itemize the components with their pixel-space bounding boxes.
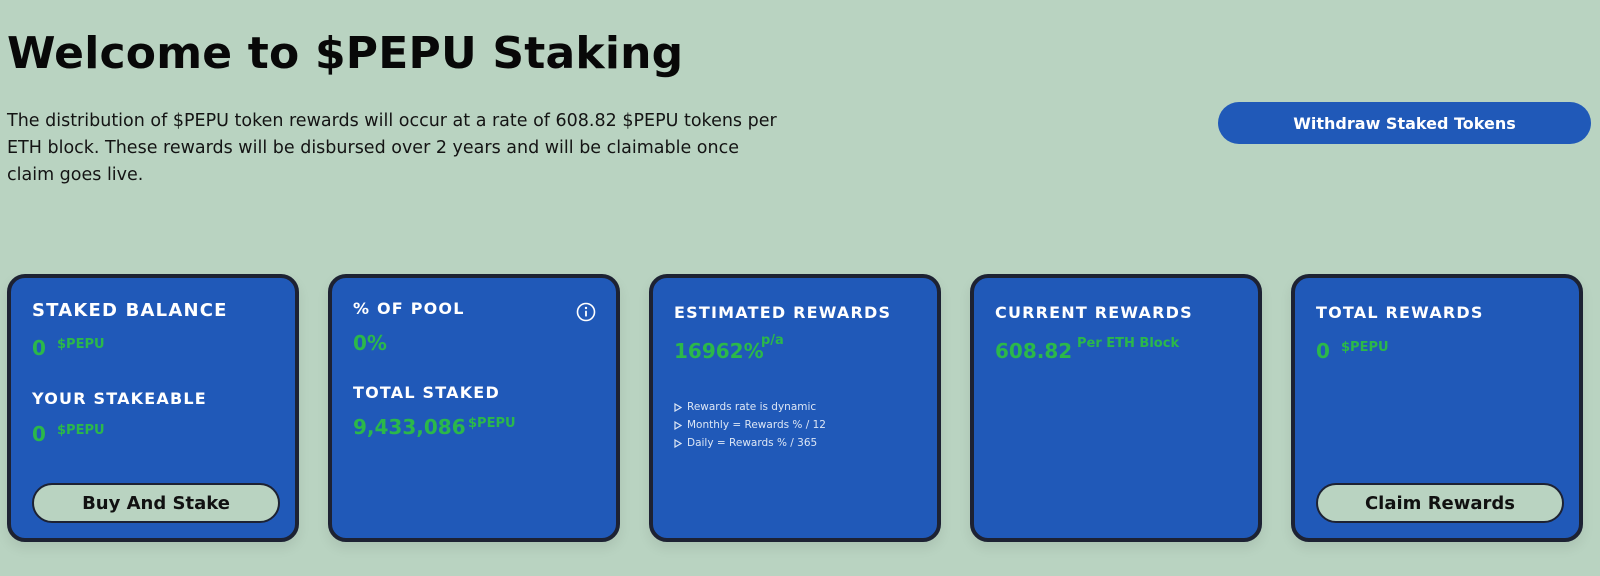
total-rewards-unit: $PEPU: [1341, 340, 1389, 355]
rewards-notes: Rewards rate is dynamic Monthly = Reward…: [674, 398, 826, 452]
page-title: Welcome to $PEPU Staking: [7, 28, 684, 79]
current-rewards-value: 608.82: [995, 339, 1073, 363]
claim-rewards-button[interactable]: Claim Rewards: [1316, 483, 1564, 523]
staked-balance-unit: $PEPU: [57, 337, 105, 352]
list-item: Daily = Rewards % / 365: [674, 434, 826, 452]
buy-and-stake-button[interactable]: Buy And Stake: [32, 483, 280, 523]
staked-balance-value: 0: [32, 336, 46, 360]
staking-description: The distribution of $PEPU token rewards …: [7, 111, 777, 185]
stakeable-label: YOUR STAKEABLE: [32, 389, 207, 408]
withdraw-staked-tokens-button[interactable]: Withdraw Staked Tokens: [1218, 102, 1591, 144]
stakeable-value: 0: [32, 422, 46, 446]
total-staked-unit: $PEPU: [468, 416, 516, 431]
estimated-rewards-card: ESTIMATED REWARDS 16962% p/a Rewards rat…: [649, 274, 941, 542]
info-icon[interactable]: [576, 302, 596, 322]
pool-share-card: % OF POOL 0% TOTAL STAKED 9,433,086 $PEP…: [328, 274, 620, 542]
triangle-bullet-icon: [674, 438, 682, 448]
note-text: Rewards rate is dynamic: [687, 401, 817, 413]
total-rewards-card: TOTAL REWARDS 0 $PEPU Claim Rewards: [1291, 274, 1583, 542]
estimated-rewards-value: 16962%: [674, 339, 764, 363]
estimated-rewards-unit: p/a: [761, 333, 784, 348]
pool-share-label: % OF POOL: [353, 299, 465, 318]
staked-balance-label: STAKED BALANCE: [32, 300, 228, 321]
list-item: Monthly = Rewards % / 12: [674, 416, 826, 434]
current-rewards-label: CURRENT REWARDS: [995, 303, 1193, 322]
staked-balance-card: STAKED BALANCE 0 $PEPU YOUR STAKEABLE 0 …: [7, 274, 299, 542]
total-rewards-value: 0: [1316, 339, 1330, 363]
stakeable-unit: $PEPU: [57, 423, 105, 438]
triangle-bullet-icon: [674, 420, 682, 430]
list-item: Rewards rate is dynamic: [674, 398, 826, 416]
current-rewards-unit: Per ETH Block: [1077, 336, 1180, 351]
current-rewards-card: CURRENT REWARDS 608.82 Per ETH Block: [970, 274, 1262, 542]
total-staked-value: 9,433,086: [353, 415, 466, 439]
triangle-bullet-icon: [674, 402, 682, 412]
pool-share-value: 0%: [353, 331, 387, 355]
note-text: Daily = Rewards % / 365: [687, 437, 818, 449]
estimated-rewards-label: ESTIMATED REWARDS: [674, 303, 892, 322]
total-rewards-label: TOTAL REWARDS: [1316, 303, 1484, 322]
note-text: Monthly = Rewards % / 12: [687, 419, 826, 431]
total-staked-label: TOTAL STAKED: [353, 383, 500, 402]
